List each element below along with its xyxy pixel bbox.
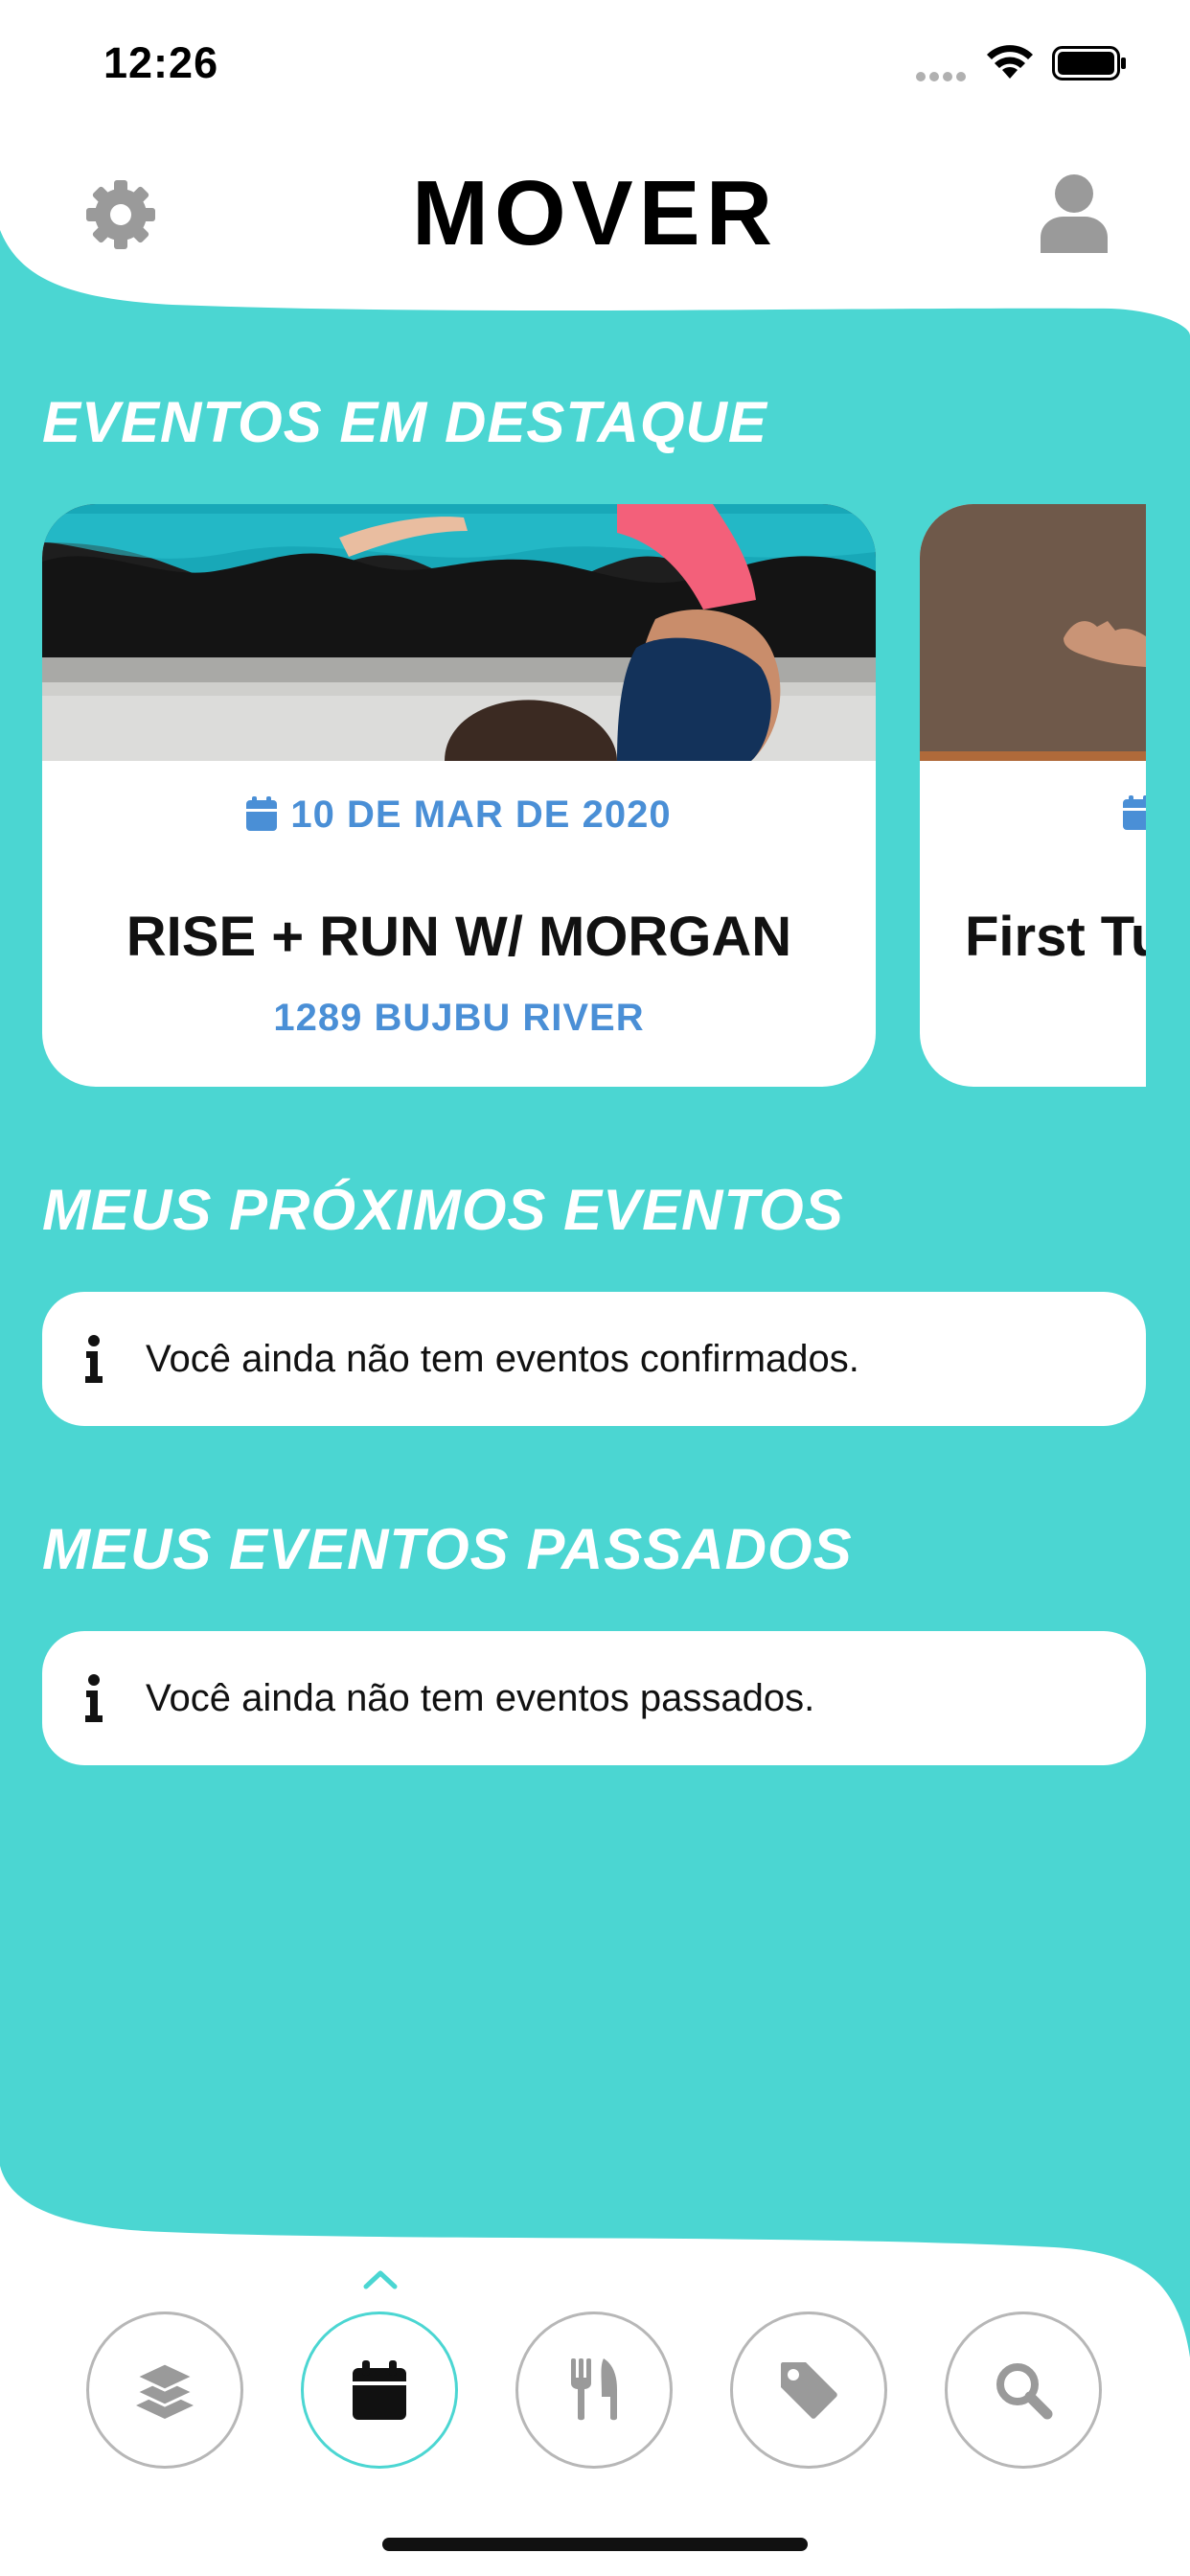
search-icon (996, 2363, 1053, 2420)
calendar-icon (353, 2360, 406, 2420)
nav-restaurants-button[interactable] (515, 2312, 673, 2469)
event-title: RISE + RUN W/ MORGAN (126, 906, 792, 968)
battery-icon (1052, 46, 1126, 80)
info-icon (85, 1335, 103, 1383)
nav-layers-button[interactable] (86, 2312, 243, 2469)
featured-event-card[interactable]: First Tu (920, 504, 1146, 1087)
featured-events-heading: EVENTOS EM DESTAQUE (42, 390, 767, 454)
event-image (920, 504, 1146, 761)
utensils-icon (571, 2358, 617, 2421)
status-time: 12:26 (103, 38, 219, 87)
upcoming-events-heading: MEUS PRÓXIMOS EVENTOS (42, 1178, 844, 1242)
signal-icon (916, 72, 966, 81)
chevron-up-icon[interactable] (362, 2267, 399, 2290)
nav-offers-button[interactable] (730, 2312, 887, 2469)
event-location: 1289 BUJBU RIVER (273, 997, 645, 1039)
event-title: First Tu (965, 906, 1146, 968)
past-events-heading: MEUS EVENTOS PASSADOS (42, 1517, 853, 1581)
event-date-text: 10 DE MAR DE 2020 (290, 794, 672, 836)
event-date: 10 DE MAR DE 2020 (42, 794, 876, 837)
profile-button[interactable] (1039, 172, 1110, 253)
past-empty-text: Você ainda não tem eventos passados. (146, 1677, 815, 1719)
app-title: MOVER (411, 162, 779, 264)
layers-icon (134, 2361, 195, 2419)
tag-icon (781, 2362, 837, 2419)
calendar-icon (1123, 795, 1146, 830)
featured-event-card[interactable]: 10 DE MAR DE 2020 RISE + RUN W/ MORGAN 1… (42, 504, 876, 1087)
calendar-icon (246, 796, 278, 831)
nav-search-button[interactable] (945, 2312, 1102, 2469)
nav-calendar-button[interactable] (301, 2312, 458, 2469)
past-empty-message: Você ainda não tem eventos passados. (42, 1631, 1146, 1765)
user-icon (1041, 174, 1108, 253)
event-image (42, 504, 876, 761)
upcoming-empty-message: Você ainda não tem eventos confirmados. (42, 1292, 1146, 1426)
teal-background (0, 230, 1190, 2358)
wifi-icon (987, 45, 1033, 79)
home-indicator (382, 2538, 808, 2551)
info-icon (85, 1674, 103, 1722)
upcoming-empty-text: Você ainda não tem eventos confirmados. (146, 1338, 859, 1380)
